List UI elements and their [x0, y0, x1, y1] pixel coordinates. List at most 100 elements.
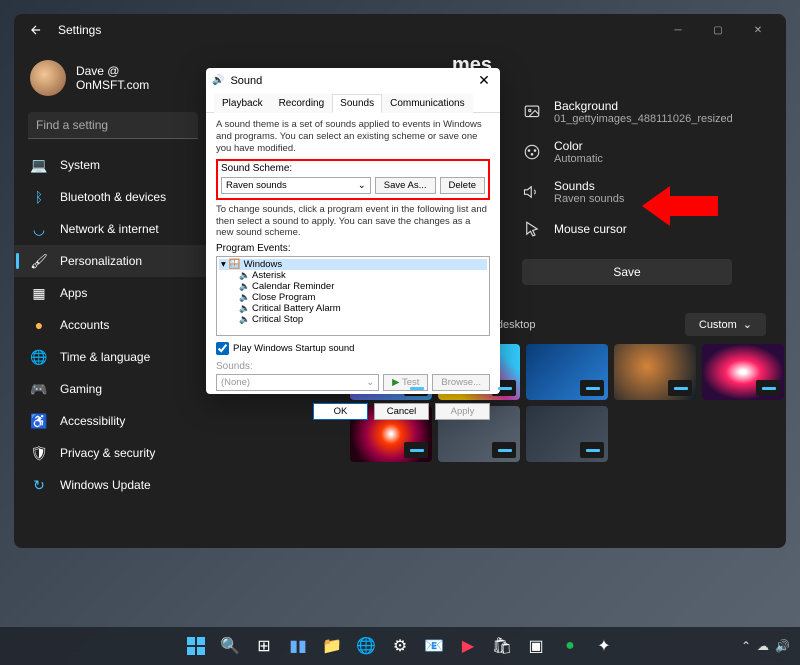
save-button[interactable]: Save — [522, 259, 732, 285]
sound-dialog: 🔊 Sound ✕ Playback Recording Sounds Comm… — [206, 68, 500, 394]
events-listbox[interactable]: ▾🪟Windows 🔈Asterisk 🔈Calendar Reminder 🔈… — [216, 256, 490, 336]
custom-dropdown[interactable]: Custom⌄ — [685, 313, 766, 336]
event-item[interactable]: 🔈Asterisk — [237, 270, 487, 281]
nav-label: Windows Update — [60, 478, 151, 492]
nav-label: Network & internet — [60, 222, 159, 236]
nav-label: Bluetooth & devices — [60, 190, 166, 204]
back-button[interactable] — [22, 16, 50, 44]
gaming-icon: 🎮 — [30, 380, 48, 398]
sounds-dropdown[interactable]: (None)⌄ — [216, 374, 379, 391]
theme-thumb[interactable] — [614, 344, 696, 400]
sound-icon: 🔈 — [239, 292, 249, 303]
nav-label: Personalization — [60, 254, 142, 268]
option-subtitle: Raven sounds — [554, 193, 624, 205]
tab-playback[interactable]: Playback — [214, 94, 271, 113]
shield-icon: 🛡 — [30, 444, 48, 462]
nav-accounts[interactable]: ●Accounts — [14, 309, 212, 341]
event-item[interactable]: 🔈Close Program — [237, 292, 487, 303]
dialog-titlebar: 🔊 Sound ✕ — [206, 68, 500, 93]
task-view-button[interactable]: ⊞ — [249, 631, 279, 661]
nav-apps[interactable]: ▦Apps — [14, 277, 212, 309]
tab-communications[interactable]: Communications — [382, 94, 472, 113]
event-item[interactable]: 🔈Critical Stop — [237, 314, 487, 325]
search-button[interactable]: 🔍 — [215, 631, 245, 661]
nav-label: Gaming — [60, 382, 102, 396]
maximize-button[interactable]: ▢ — [698, 15, 738, 45]
store-icon[interactable]: 🛍 — [487, 631, 517, 661]
scheme-value: Raven sounds — [226, 180, 287, 191]
tab-sounds[interactable]: Sounds — [332, 94, 382, 113]
event-item[interactable]: 🔈Critical Battery Alarm — [237, 303, 487, 314]
cloud-icon[interactable]: ☁ — [757, 639, 769, 653]
save-as-button[interactable]: Save As... — [375, 177, 436, 194]
events-label: Program Events: — [216, 243, 490, 254]
user-name: Dave @ OnMSFT.com — [76, 64, 196, 92]
cancel-button[interactable]: Cancel — [374, 403, 429, 420]
spotify-icon[interactable]: ● — [555, 631, 585, 661]
events-tree-root[interactable]: ▾🪟Windows — [219, 259, 487, 270]
nav-time[interactable]: 🌐Time & language — [14, 341, 212, 373]
minimize-button[interactable]: ─ — [658, 15, 698, 45]
sound-icon: 🔈 — [239, 281, 249, 292]
apps-icon: ▦ — [30, 284, 48, 302]
speaker-small-icon: 🔊 — [212, 75, 224, 86]
browse-button: Browse... — [432, 374, 490, 391]
nav-label: System — [60, 158, 100, 172]
nav-update[interactable]: ↻Windows Update — [14, 469, 212, 501]
taskbar: 🔍 ⊞ ▮▮ 📁 🌐 ⚙ 📧 ▶ 🛍 ▣ ● ✦ ⌃ ☁ 🔊 — [0, 627, 800, 665]
nav-gaming[interactable]: 🎮 Gaming — [14, 373, 212, 405]
dialog-description: A sound theme is a set of sounds applied… — [216, 119, 490, 155]
play-icon[interactable]: ▶ — [453, 631, 483, 661]
bluetooth-icon: ᛒ — [30, 188, 48, 206]
sidebar: Dave @ OnMSFT.com 💻System ᛒ Bluetooth & d… — [14, 46, 212, 548]
theme-thumb[interactable] — [702, 344, 784, 400]
volume-icon[interactable]: 🔊 — [775, 639, 790, 653]
settings-icon[interactable]: ⚙ — [385, 631, 415, 661]
startup-sound-checkbox[interactable] — [216, 342, 229, 355]
event-label: Calendar Reminder — [252, 281, 334, 292]
system-tray[interactable]: ⌃ ☁ 🔊 — [741, 639, 790, 653]
dialog-close-button[interactable]: ✕ — [474, 72, 494, 89]
theme-thumb[interactable] — [526, 344, 608, 400]
nav-accessibility[interactable]: ♿Accessibility — [14, 405, 212, 437]
mail-icon[interactable]: 📧 — [419, 631, 449, 661]
edge-icon[interactable]: 🌐 — [351, 631, 381, 661]
chevron-up-icon[interactable]: ⌃ — [741, 639, 751, 653]
nav-personalization[interactable]: 🖌 Personalization — [14, 245, 212, 277]
ok-button[interactable]: OK — [313, 403, 368, 420]
speaker-icon — [522, 182, 542, 202]
nav-bluetooth[interactable]: ᛒ Bluetooth & devices — [14, 181, 212, 213]
event-label: Critical Battery Alarm — [252, 303, 341, 314]
event-item[interactable]: 🔈Calendar Reminder — [237, 281, 487, 292]
close-button[interactable]: ✕ — [738, 15, 778, 45]
option-subtitle: Automatic — [554, 153, 603, 165]
user-profile[interactable]: Dave @ OnMSFT.com — [14, 54, 212, 110]
nav-system[interactable]: 💻System — [14, 149, 212, 181]
nav-label: Privacy & security — [60, 446, 155, 460]
nav-network[interactable]: ◡Network & internet — [14, 213, 212, 245]
theme-thumb[interactable] — [526, 406, 608, 462]
nav-privacy[interactable]: 🛡 Privacy & security — [14, 437, 212, 469]
highlight-box: Sound Scheme: Raven sounds⌄ Save As... D… — [216, 159, 490, 200]
sounds-value: (None) — [221, 377, 250, 388]
option-title: Mouse cursor — [554, 222, 627, 236]
option-color[interactable]: ColorAutomatic — [522, 139, 766, 165]
delete-button[interactable]: Delete — [440, 177, 485, 194]
search-input[interactable] — [28, 112, 198, 139]
collapse-icon: ▾ — [221, 259, 226, 270]
option-title: Background — [554, 99, 733, 113]
event-label: Asterisk — [252, 270, 286, 281]
option-title: Sounds — [554, 179, 624, 193]
widgets-button[interactable]: ▮▮ — [283, 631, 313, 661]
app-icon[interactable]: ✦ — [589, 631, 619, 661]
scheme-dropdown[interactable]: Raven sounds⌄ — [221, 177, 371, 194]
terminal-icon[interactable]: ▣ — [521, 631, 551, 661]
explorer-icon[interactable]: 📁 — [317, 631, 347, 661]
brush-icon: 🖌 — [30, 252, 48, 270]
tab-recording[interactable]: Recording — [271, 94, 333, 113]
start-button[interactable] — [181, 631, 211, 661]
events-description: To change sounds, click a program event … — [216, 204, 490, 240]
nav-label: Accessibility — [60, 414, 125, 428]
option-background[interactable]: Background01_gettyimages_488111026_resiz… — [522, 99, 766, 125]
cursor-icon — [522, 219, 542, 239]
